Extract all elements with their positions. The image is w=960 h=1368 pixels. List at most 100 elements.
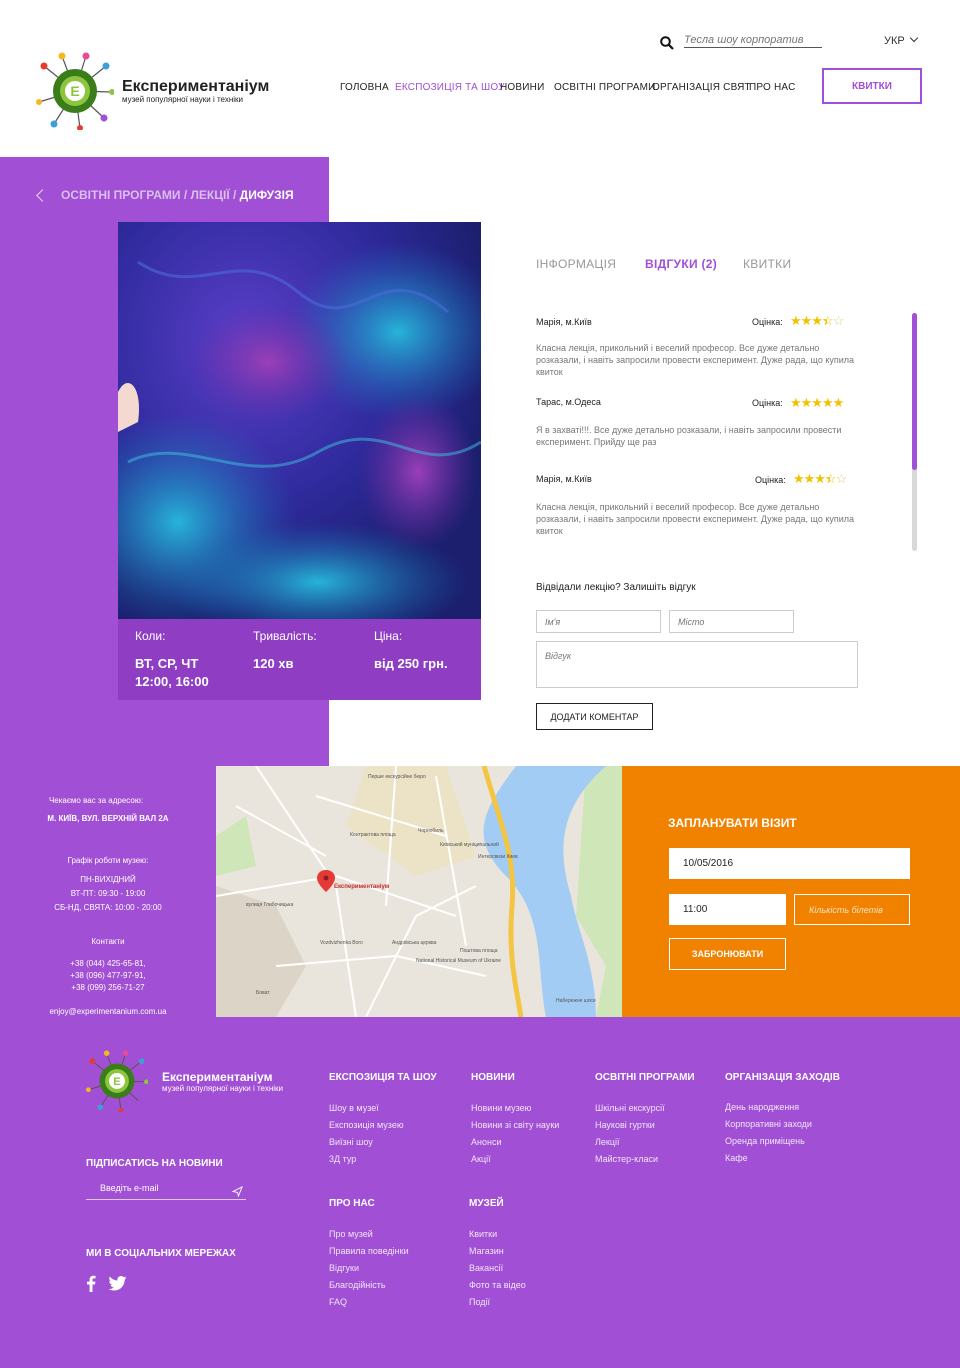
phone-3[interactable]: +38 (099) 256-71-27 (20, 982, 196, 994)
visit-date-field[interactable]: 10/05/2016 (669, 848, 910, 879)
footer-col-title: ОСВІТНІ ПРОГРАМИ (595, 1072, 695, 1083)
logo-title[interactable]: Експериментаніум (122, 78, 269, 96)
footer-link[interactable]: FAQ (329, 1294, 409, 1311)
review-text: Класна лекція, прикольний і веселий проф… (536, 502, 855, 536)
review-author: Марія, м.Київ (536, 474, 592, 484)
footer-logo-title: Експериментаніум (162, 1070, 273, 1084)
subscribe-email-input[interactable]: Введіть e-mail (86, 1183, 246, 1200)
hours-3: СБ-НД, СВЯТА: 10:00 - 20:00 (54, 903, 162, 912)
footer-link[interactable]: Шкільні екскурсії (595, 1100, 665, 1117)
review-text: Я в захваті!!!. Все дуже детально розказ… (536, 425, 842, 447)
tab-reviews[interactable]: ВІДГУКИ (2) (645, 257, 717, 271)
name-field[interactable] (536, 610, 661, 633)
event-info-box: Коли: ВТ, СР, ЧТ 12:00, 16:00 Тривалість… (118, 619, 481, 700)
nav-home[interactable]: ГОЛОВНА (340, 82, 389, 93)
footer-logo-icon[interactable]: E (86, 1050, 148, 1112)
footer-link[interactable]: Корпоративні заходи (725, 1116, 812, 1133)
star-rating: ★★★☆★☆ (793, 471, 847, 486)
map-label: Поштова площа (460, 948, 498, 954)
footer-link[interactable]: Анонси (471, 1134, 559, 1151)
map-label: Vozdvizhenka Boro (320, 940, 363, 946)
footer-link[interactable]: Фото та відео (469, 1277, 526, 1294)
review-text: Класна лекція, прикольний і веселий проф… (536, 343, 855, 377)
city-field[interactable] (669, 610, 794, 633)
nav-events[interactable]: ОРГАНІЗАЦІЯ СВЯТ (652, 82, 751, 93)
footer-logo-subtitle: музей популярної науки і техніки (162, 1084, 283, 1093)
star-rating: ★★★☆★☆ (790, 313, 844, 328)
footer-link[interactable]: Відгуки (329, 1260, 409, 1277)
breadcrumb-current: ДИФУЗІЯ (239, 188, 294, 202)
rating-label: Оцінка: (752, 317, 783, 327)
rating-label: Оцінка: (752, 398, 783, 408)
nav-education[interactable]: ОСВІТНІ ПРОГРАМИ (554, 82, 656, 93)
nav-exhibition[interactable]: ЕКСПОЗИЦІЯ ТА ШОУ (395, 82, 505, 93)
contacts-label: Контакти (91, 937, 125, 946)
footer-link[interactable]: Наукові гуртки (595, 1117, 665, 1134)
footer-col-title: МУЗЕЙ (469, 1198, 504, 1209)
address: М. КИЇВ, ВУЛ. ВЕРХНІЙ ВАЛ 2А (47, 814, 169, 823)
subscribe-title: ПІДПИСАТИСЬ НА НОВИНИ (86, 1158, 223, 1169)
twitter-icon[interactable] (108, 1276, 127, 1291)
add-comment-button[interactable]: ДОДАТИ КОМЕНТАР (536, 703, 653, 730)
footer-link[interactable]: Благодійність (329, 1277, 409, 1294)
book-button[interactable]: ЗАБРОНЮВАТИ (669, 938, 786, 970)
scrollbar-thumb[interactable] (912, 313, 917, 470)
plan-visit-title: ЗАПЛАНУВАТИ ВІЗИТ (668, 816, 797, 830)
museum-logo-icon[interactable]: E (36, 52, 114, 130)
footer-link[interactable]: Шоу в музеї (329, 1100, 404, 1117)
review-author: Марія, м.Київ (536, 317, 592, 327)
footer-link[interactable]: Лекції (595, 1134, 665, 1151)
footer-link[interactable]: Кафе (725, 1150, 812, 1167)
footer-link[interactable]: Експозиція музею (329, 1117, 404, 1134)
social-title: МИ В СОЦІАЛЬНИХ МЕРЕЖАХ (86, 1248, 236, 1259)
tickets-button[interactable]: КВИТКИ (822, 68, 922, 104)
footer-col-title: ОРГАНІЗАЦІЯ ЗАХОДІВ (725, 1072, 840, 1083)
footer-col-title: ПРО НАС (329, 1198, 375, 1209)
breadcrumb-trail[interactable]: ОСВІТНІ ПРОГРАМИ / ЛЕКЦІЇ / (61, 188, 240, 202)
nav-about[interactable]: ПРО НАС (749, 82, 796, 93)
review-field[interactable] (536, 641, 858, 688)
footer-link[interactable]: Майстер-класи (595, 1151, 665, 1168)
footer-logo-letter: E (113, 1076, 120, 1088)
visit-time-field[interactable]: 11:00 (669, 894, 786, 925)
footer-link[interactable]: Вакансії (469, 1260, 526, 1277)
map-label: Интерсвизи Киев (478, 854, 518, 860)
facebook-icon[interactable] (86, 1275, 96, 1292)
review-author: Тарас, м.Одеса (536, 397, 601, 407)
search-icon[interactable] (660, 36, 674, 50)
event-photo (118, 222, 481, 619)
footer-link[interactable]: Новини зі світу науки (471, 1117, 559, 1134)
map-marker-label: Експериментаніум (334, 884, 390, 890)
nav-news[interactable]: НОВИНИ (500, 82, 544, 93)
ticket-count-field[interactable]: Кількість білетів (794, 894, 910, 925)
location-map[interactable]: Перше екскурсійне бюро Контрактова площа… (216, 766, 622, 1017)
footer-link[interactable]: Оренда приміщень (725, 1133, 812, 1150)
duration-label: Тривалість: (253, 629, 317, 643)
map-label: вулиця Глибочицька (246, 902, 293, 908)
phone-2[interactable]: +38 (096) 477-97-91, (20, 970, 196, 982)
logo-subtitle: музей популярної науки і техніки (122, 95, 243, 104)
footer-link[interactable]: Правила поведінки (329, 1243, 409, 1260)
footer-link[interactable]: Виїзні шоу (329, 1134, 404, 1151)
search-input[interactable] (684, 32, 822, 48)
footer-link[interactable]: 3Д тур (329, 1151, 404, 1168)
footer-link[interactable]: Новини музею (471, 1100, 559, 1117)
map-label: Перше екскурсійне бюро (368, 773, 426, 780)
back-arrow-icon[interactable] (36, 188, 49, 202)
tab-tickets[interactable]: КВИТКИ (743, 257, 791, 271)
hours-1: ПН-ВИХІДНИЙ (80, 875, 136, 884)
hours-2: ВТ-ПТ: 09:30 - 19:00 (70, 889, 146, 898)
footer-link[interactable]: День народження (725, 1099, 812, 1116)
phone-1[interactable]: +38 (044) 425-65-81, (20, 958, 196, 970)
footer-col-title: НОВИНИ (471, 1072, 515, 1083)
send-icon[interactable] (232, 1186, 243, 1197)
footer-link[interactable]: Акції (471, 1151, 559, 1168)
footer-link[interactable]: Про музей (329, 1226, 409, 1243)
footer-link[interactable]: Магазин (469, 1243, 526, 1260)
footer-link[interactable]: Події (469, 1294, 526, 1311)
tab-information[interactable]: ІНФОРМАЦІЯ (536, 257, 616, 271)
subscribe-placeholder: Введіть e-mail (100, 1183, 159, 1193)
footer-link[interactable]: Квитки (469, 1226, 526, 1243)
language-selector[interactable]: УКР (884, 33, 918, 47)
plan-visit-panel (622, 766, 960, 1017)
